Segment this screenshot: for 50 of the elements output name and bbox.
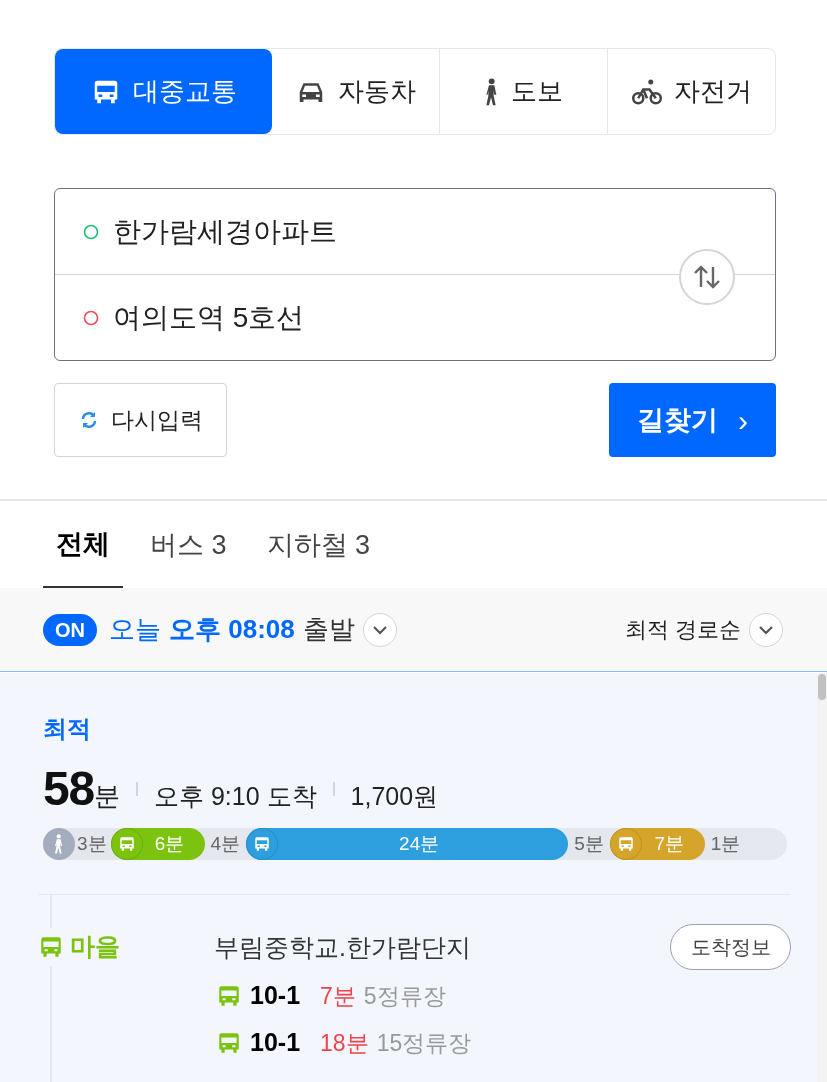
bus-icon	[117, 835, 136, 853]
walking-person-icon	[484, 76, 499, 107]
arrival-time: 오후 9:10 도착	[154, 781, 317, 812]
transit-segment: 24분	[246, 828, 569, 860]
segment-time: 1분	[709, 831, 742, 856]
dropdown-button[interactable]	[362, 612, 397, 647]
location-field[interactable]: 한가람세경아파트	[113, 210, 337, 253]
scrollbar-thumb[interactable]	[818, 674, 826, 700]
departure-toggle[interactable]: ON	[43, 613, 97, 646]
circle-icon	[83, 310, 99, 326]
departure-day: 오늘	[109, 610, 161, 649]
stop-count: 5정류장	[363, 981, 446, 1011]
arrival-minutes: 7분	[320, 981, 356, 1011]
segment-time: 3분	[77, 831, 107, 856]
line-type-label: 마을	[70, 931, 120, 962]
arrival-info-button[interactable]: 도착정보	[670, 924, 791, 970]
segment-time: 4분	[209, 831, 242, 856]
departure-time[interactable]: 오후 08:08	[169, 610, 295, 649]
walk-segment-icon	[43, 828, 75, 860]
chevron-down-icon	[758, 624, 774, 635]
transit-segment: 6분	[110, 828, 205, 860]
duration-unit: 분	[94, 781, 120, 813]
dropdown-button[interactable]	[749, 612, 783, 647]
arrival-minutes: 18분	[320, 1028, 369, 1058]
bus-icon	[616, 835, 635, 853]
chevron-down-icon	[371, 624, 388, 635]
mode-tab[interactable]: 대중교통	[55, 49, 272, 134]
transit-segment: 7분	[609, 828, 705, 860]
bus-icon	[253, 835, 272, 853]
location-field[interactable]: 여의도역 5호선	[113, 297, 305, 339]
bus-number: 10-1	[250, 980, 301, 1011]
segment-time: 5분	[573, 831, 605, 856]
swap-button[interactable]	[679, 249, 735, 305]
mode-tab[interactable]: 자전거	[607, 49, 775, 134]
stop-count: 15정류장	[376, 1028, 472, 1058]
bus-number: 10-1	[250, 1027, 301, 1058]
duration-value: 58	[43, 761, 94, 817]
stop-name: 부림중학교.한가람단지	[214, 932, 471, 963]
results-tab[interactable]: 지하철 3	[253, 502, 384, 588]
results-tab[interactable]: 버스 3	[137, 502, 240, 588]
route-rank-label: 최적	[43, 714, 91, 744]
sort-label[interactable]: 최적 경로순	[624, 613, 741, 646]
circle-icon	[83, 223, 99, 240]
mode-tab[interactable]: 도보	[439, 49, 607, 134]
reset-button[interactable]: 다시입력	[54, 383, 227, 457]
route-card[interactable]: 최적 58분 오후 9:10 도착 1,700원 3분 6분 4분 24분 5분 7분 1분 마을 부림중학교.한가람단지 도착정보 10-1 7분 5정류장 10-1 18분 15정류장	[0, 673, 817, 1082]
mode-tab[interactable]: 자동차	[272, 49, 439, 134]
fare-text: 1,700원	[350, 781, 439, 812]
departure-label: 출발	[302, 613, 355, 646]
search-button[interactable]: 길찾기 ›	[609, 383, 776, 457]
